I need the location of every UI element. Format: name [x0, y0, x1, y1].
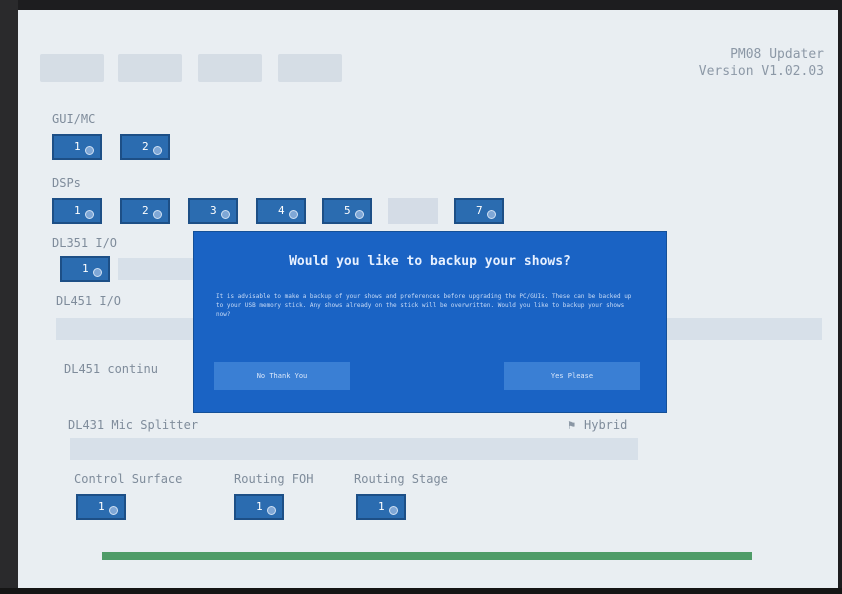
gear-icon	[355, 210, 364, 219]
dsp-button-1[interactable]: 1	[52, 198, 102, 224]
unit-number: 2	[142, 140, 149, 153]
section-label-gui-mc: GUI/MC	[52, 112, 96, 126]
no-thank-you-button[interactable]: No Thank You	[214, 362, 350, 390]
unit-number: 3	[210, 204, 217, 217]
yes-please-button[interactable]: Yes Please	[504, 362, 640, 390]
section-label-dl431: DL431 Mic Splitter	[68, 418, 199, 432]
dsp-button-7[interactable]: 7	[454, 198, 504, 224]
section-label-dl351: DL351 I/O	[52, 236, 118, 250]
unit-number: 7	[476, 204, 483, 217]
top-tab-3[interactable]	[198, 54, 262, 82]
dl451-empty-slots-left	[56, 318, 194, 340]
section-label-dsps: DSPs	[52, 176, 81, 190]
unit-number: 2	[142, 204, 149, 217]
unit-number: 1	[256, 500, 263, 513]
top-tab-1[interactable]	[40, 54, 104, 82]
gear-icon	[153, 210, 162, 219]
gear-icon	[85, 210, 94, 219]
section-label-dl451: DL451 I/O	[56, 294, 122, 308]
gear-icon	[487, 210, 496, 219]
gear-icon	[221, 210, 230, 219]
version-label: Version V1.02.03	[698, 64, 824, 79]
dl351-empty-slots	[118, 258, 194, 280]
unit-number: 4	[278, 204, 285, 217]
top-tab-4[interactable]	[278, 54, 342, 82]
app-title: PM08 Updater	[730, 47, 824, 62]
gear-icon	[93, 268, 102, 277]
routing-stage-button-1[interactable]: 1	[356, 494, 406, 520]
gear-icon	[153, 146, 162, 155]
unit-number: 1	[98, 500, 105, 513]
dl431-empty-slots	[70, 438, 638, 460]
section-label-routing-foh: Routing FOH	[234, 472, 314, 486]
unit-number: 1	[82, 262, 89, 275]
progress-bar	[102, 552, 752, 560]
unit-number: 1	[74, 204, 81, 217]
section-label-routing-stage: Routing Stage	[354, 472, 448, 486]
gear-icon	[85, 146, 94, 155]
flag-icon: ⚑	[568, 418, 576, 432]
backup-dialog: Would you like to backup your shows? It …	[194, 232, 666, 412]
progress-fill	[102, 552, 752, 560]
section-label-control-surface: Control Surface	[74, 472, 183, 486]
section-label-hybrid: Hybrid	[584, 418, 628, 432]
section-label-dl451-continued: DL451 continu	[64, 362, 158, 376]
gear-icon	[109, 506, 118, 515]
gui-mc-button-2[interactable]: 2	[120, 134, 170, 160]
app-header: PM08 Updater Version V1.02.03	[699, 46, 824, 80]
dl451-empty-slots-right	[666, 318, 822, 340]
top-tab-2[interactable]	[118, 54, 182, 82]
unit-number: 1	[74, 140, 81, 153]
dsp-button-5[interactable]: 5	[322, 198, 372, 224]
gui-mc-button-1[interactable]: 1	[52, 134, 102, 160]
updater-screen: PM08 Updater Version V1.02.03 GUI/MC 1 2…	[18, 10, 838, 588]
monitor-bezel-bottom	[0, 588, 842, 594]
gear-icon	[289, 210, 298, 219]
control-surface-button-1[interactable]: 1	[76, 494, 126, 520]
gear-icon	[267, 506, 276, 515]
unit-number: 1	[378, 500, 385, 513]
dialog-message: It is advisable to make a backup of your…	[216, 293, 632, 318]
unit-number: 5	[344, 204, 351, 217]
dsp-button-2[interactable]: 2	[120, 198, 170, 224]
dsp-slot-6-empty	[388, 198, 438, 224]
dl351-button-1[interactable]: 1	[60, 256, 110, 282]
dsp-button-4[interactable]: 4	[256, 198, 306, 224]
dialog-title: Would you like to backup your shows?	[289, 254, 571, 269]
dsp-button-3[interactable]: 3	[188, 198, 238, 224]
gear-icon	[389, 506, 398, 515]
routing-foh-button-1[interactable]: 1	[234, 494, 284, 520]
monitor-bezel	[0, 0, 18, 594]
